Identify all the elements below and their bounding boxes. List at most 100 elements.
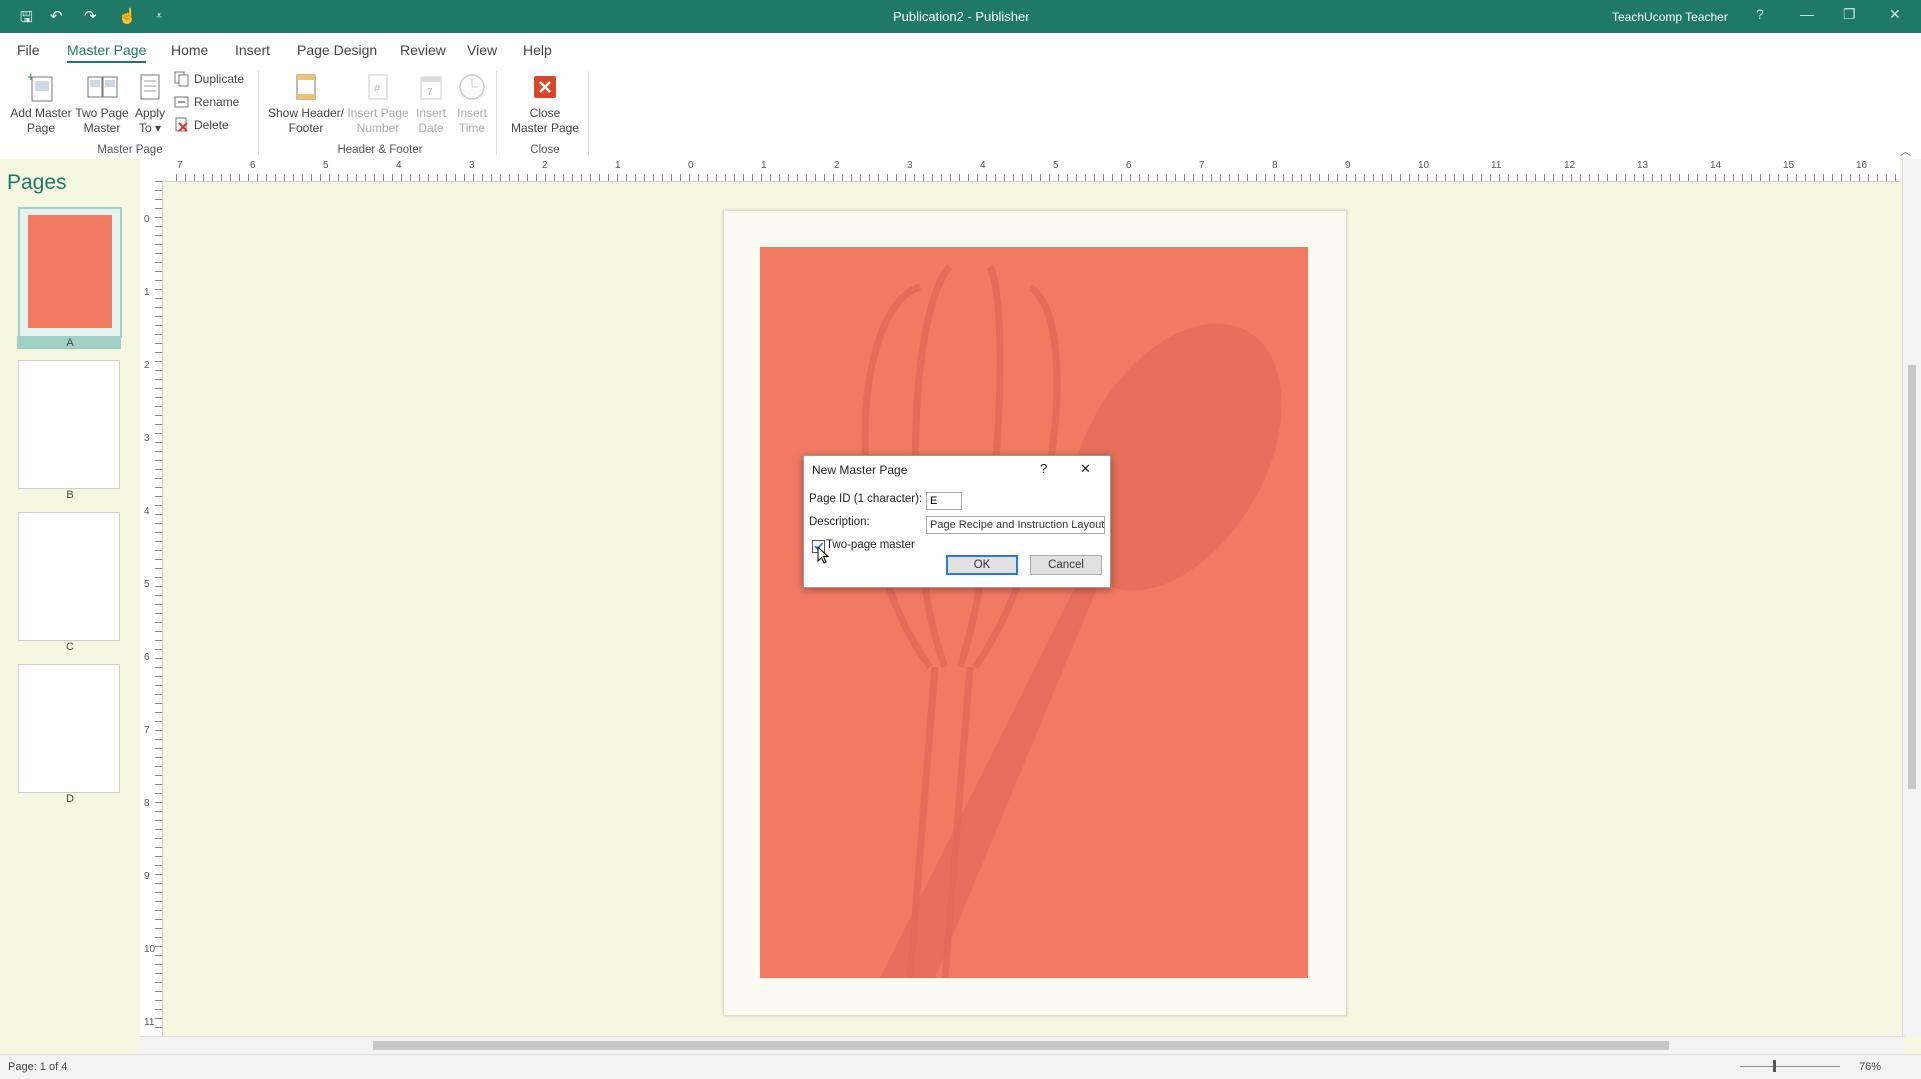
apply-to-button[interactable]: Apply To ▾ xyxy=(130,69,170,141)
ruler-number: 8 xyxy=(1272,160,1278,171)
ruler-number: 5 xyxy=(323,160,329,171)
ruler-number: 5 xyxy=(144,579,150,590)
insert-time-button[interactable]: Insert Time xyxy=(453,69,491,141)
ruler-number: 7 xyxy=(177,160,183,171)
header-footer-icon xyxy=(296,74,316,100)
two-page-master-button[interactable]: Two Page Master xyxy=(74,69,130,141)
ruler-number: 16 xyxy=(1856,160,1868,171)
add-master-page-button[interactable]: + Add Master Page xyxy=(6,69,76,141)
new-master-page-dialog: New Master Page ? ✕ Page ID (1 character… xyxy=(803,455,1111,588)
ruler-number: 9 xyxy=(144,871,150,882)
page-thumbnail-a[interactable] xyxy=(18,207,122,338)
rename-label: Rename xyxy=(194,95,240,109)
ruler-number: 3 xyxy=(144,433,150,444)
group-label-close: Close xyxy=(530,144,560,156)
ruler-number: 12 xyxy=(1564,160,1576,171)
ok-button[interactable]: OK xyxy=(946,555,1018,575)
tab-file[interactable]: File xyxy=(17,42,40,58)
zoom-slider[interactable] xyxy=(1740,1066,1840,1067)
zoom-slider-thumb[interactable] xyxy=(1773,1060,1776,1072)
dialog-close-button[interactable]: ✕ xyxy=(1080,461,1091,477)
tab-help[interactable]: Help xyxy=(523,42,552,58)
ruler-ticks xyxy=(168,159,1898,181)
vertical-ruler[interactable]: 0 1 2 3 4 5 6 7 8 9 10 11 xyxy=(140,181,163,1036)
collapse-ribbon-icon[interactable]: ︿ xyxy=(1900,143,1911,159)
svg-text:7: 7 xyxy=(427,87,433,98)
background-art[interactable] xyxy=(760,247,1308,978)
page-label: D xyxy=(66,793,74,805)
page-id-label: Page ID (1 character): xyxy=(809,493,923,505)
ribbon: + Add Master Page Two Page Master Apply … xyxy=(0,65,1921,160)
calendar-icon: 7 xyxy=(420,76,442,100)
tab-home[interactable]: Home xyxy=(171,42,208,58)
touch-mode-icon[interactable]: ☝ xyxy=(118,7,137,25)
ruler-number: 3 xyxy=(907,160,913,171)
apply-to-label: Apply To ▾ xyxy=(134,106,166,135)
ruler-number: 4 xyxy=(980,160,986,171)
mouse-pointer-icon xyxy=(817,546,830,564)
ruler-number: 7 xyxy=(1199,160,1205,171)
page-thumbnail-d[interactable] xyxy=(18,664,120,793)
tab-review[interactable]: Review xyxy=(400,42,446,58)
user-name[interactable]: TeachUcomp Teacher xyxy=(1612,10,1728,24)
undo-icon[interactable]: ↶ xyxy=(50,7,63,25)
ruler-number: 1 xyxy=(761,160,767,171)
redo-icon[interactable]: ↷ xyxy=(84,7,97,25)
menu-bar: File Master Page Home Insert Page Design… xyxy=(0,33,1921,65)
description-field[interactable]: Page Recipe and Instruction Layout xyxy=(926,516,1105,534)
page-label: A xyxy=(66,337,74,349)
close-window-button[interactable]: ✕ xyxy=(1889,6,1901,23)
ruler-number: 11 xyxy=(1491,160,1502,171)
rename-button[interactable]: Rename xyxy=(174,93,254,111)
show-header-footer-button[interactable]: Show Header/ Footer xyxy=(266,69,346,141)
insert-date-button[interactable]: 7 Insert Date xyxy=(412,69,450,141)
page-id-field[interactable] xyxy=(926,492,962,510)
minimize-button[interactable]: — xyxy=(1800,6,1814,22)
save-icon[interactable]: 🖫 xyxy=(20,7,33,32)
group-separator xyxy=(496,71,497,155)
horizontal-scrollbar[interactable] xyxy=(140,1036,1905,1054)
delete-label: Delete xyxy=(194,118,229,132)
window-title: Publication2 - Publisher xyxy=(893,9,1030,24)
duplicate-button[interactable]: Duplicate xyxy=(174,70,254,88)
duplicate-icon xyxy=(174,71,189,87)
ruler-number: 1 xyxy=(615,160,621,171)
page-label: C xyxy=(66,641,74,653)
horizontal-scroll-thumb[interactable] xyxy=(373,1041,1669,1050)
ruler-number: 0 xyxy=(144,214,150,225)
title-bar: 🖫 ↶ ↷ ☝ ⩡ Publication2 - Publisher Teach… xyxy=(0,0,1921,33)
zoom-level[interactable]: 76% xyxy=(1859,1061,1881,1073)
insert-page-number-label: Insert Page Number xyxy=(347,106,409,135)
thumbnail-art xyxy=(28,215,112,328)
ruler-number: 15 xyxy=(1783,160,1795,171)
ruler-number: 13 xyxy=(1637,160,1649,171)
rename-icon xyxy=(174,96,189,108)
dialog-help-button[interactable]: ? xyxy=(1040,461,1047,476)
ruler-number: 1 xyxy=(144,287,150,298)
cancel-button[interactable]: Cancel xyxy=(1030,555,1102,575)
page-count[interactable]: Page: 1 of 4 xyxy=(8,1061,67,1073)
vertical-scroll-thumb[interactable] xyxy=(1908,365,1916,789)
delete-button[interactable]: Delete xyxy=(174,116,254,134)
tab-master-page[interactable]: Master Page xyxy=(67,42,147,63)
horizontal-ruler[interactable]: 7 6 5 4 3 2 1 0 1 2 3 4 5 6 7 8 9 10 11 12 13 14 15 16 xyxy=(140,159,1900,182)
close-master-page-label: Close Master Page xyxy=(510,106,580,135)
page-thumbnail-c[interactable] xyxy=(18,512,120,641)
vertical-scrollbar[interactable] xyxy=(1902,159,1921,1036)
page-thumbnail-b[interactable] xyxy=(18,360,120,489)
help-button[interactable]: ? xyxy=(1756,6,1764,22)
tab-page-design[interactable]: Page Design xyxy=(297,42,377,58)
tab-view[interactable]: View xyxy=(467,42,497,58)
close-master-page-button[interactable]: Close Master Page xyxy=(502,69,588,141)
customize-qat-icon[interactable]: ⩡ xyxy=(156,10,162,23)
ruler-number: 2 xyxy=(834,160,840,171)
add-master-page-label: Add Master Page xyxy=(10,106,72,135)
ruler-number: 14 xyxy=(1710,160,1722,171)
clock-icon xyxy=(459,74,485,100)
restore-button[interactable]: ❐ xyxy=(1843,6,1856,23)
ruler-ticks xyxy=(140,181,162,1036)
add-master-page-icon: + xyxy=(27,71,53,102)
tab-insert[interactable]: Insert xyxy=(235,42,270,58)
two-page-master-label: Two Page Master xyxy=(75,106,129,135)
insert-page-number-button[interactable]: # Insert Page Number xyxy=(346,69,410,141)
